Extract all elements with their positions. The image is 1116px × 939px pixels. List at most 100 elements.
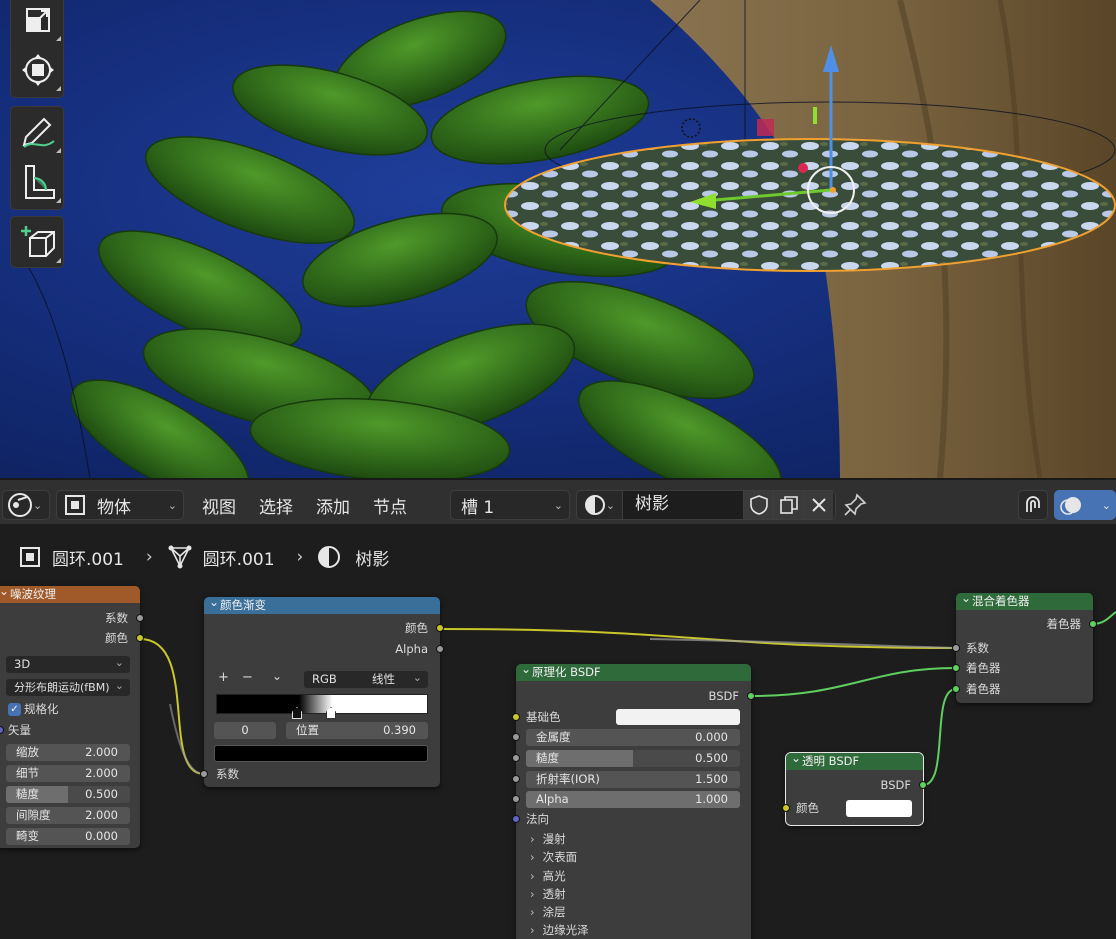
- input-fac-socket[interactable]: [200, 770, 208, 778]
- roughness-field[interactable]: 糙度 0.500: [6, 786, 130, 803]
- measure-tool-button[interactable]: [11, 157, 65, 207]
- roughness-field[interactable]: 糙度 0.500: [526, 750, 740, 767]
- slot-dropdown[interactable]: 槽 1 ⌄: [450, 490, 570, 520]
- chevron-down-icon: ⌄: [605, 498, 616, 512]
- 3d-viewport[interactable]: [0, 0, 1116, 478]
- input-normal-socket[interactable]: [512, 815, 520, 823]
- lacunarity-field[interactable]: 间隙度 2.000: [6, 807, 130, 824]
- menu-node[interactable]: 节点: [373, 493, 407, 518]
- subpanel-coat[interactable]: 涂层: [530, 904, 566, 920]
- stop-position-field[interactable]: 位置 0.390: [286, 722, 428, 739]
- viewport-scene: [9, 0, 1116, 478]
- input-color-socket[interactable]: [782, 804, 790, 812]
- annotate-tool-button[interactable]: [11, 107, 65, 157]
- output-bsdf-socket[interactable]: [919, 781, 927, 789]
- output-bsdf-socket[interactable]: [747, 692, 755, 700]
- subpanel-diffuse[interactable]: 漫射: [530, 831, 566, 847]
- copy-icon: [779, 496, 798, 514]
- input-shader2-label: 着色器: [966, 682, 1001, 696]
- input-shader2-socket[interactable]: [952, 685, 960, 693]
- material-icon: [584, 495, 605, 515]
- ramp-mode-dropdown[interactable]: RGB 线性: [304, 669, 428, 688]
- color-swatch[interactable]: [846, 800, 912, 817]
- overlay-toggle[interactable]: ⌄: [1054, 490, 1116, 520]
- color-ramp-bar[interactable]: [216, 694, 428, 714]
- add-cube-tool-button[interactable]: [11, 217, 65, 267]
- editor-type-selector[interactable]: ⌄: [2, 490, 50, 520]
- input-alpha-socket[interactable]: [512, 795, 520, 803]
- normalize-checkbox[interactable]: ✓: [8, 703, 21, 716]
- fake-user-button[interactable]: [743, 491, 773, 519]
- ior-field[interactable]: 折射率(IOR) 1.500: [526, 771, 740, 788]
- input-ior-socket[interactable]: [512, 775, 520, 783]
- add-cube-icon: [21, 226, 55, 257]
- remove-stop-button[interactable]: −: [242, 670, 253, 686]
- output-color-socket[interactable]: [136, 634, 144, 642]
- overlay-icon: [1060, 497, 1081, 515]
- unlink-material-button[interactable]: [803, 491, 833, 519]
- subpanel-transmission[interactable]: 透射: [530, 886, 566, 902]
- material-browse-button[interactable]: ⌄: [577, 491, 623, 519]
- snap-toggle[interactable]: [1018, 490, 1048, 520]
- scale-tool-button[interactable]: [11, 0, 65, 45]
- output-shader-socket[interactable]: [1089, 620, 1097, 628]
- mode-label: 物体: [97, 497, 131, 518]
- stop-color-swatch[interactable]: [214, 745, 428, 762]
- transparent-bsdf-node[interactable]: 透明 BSDF BSDF 颜色: [782, 750, 927, 826]
- output-bsdf-label: BSDF: [880, 778, 911, 792]
- node-header[interactable]: 噪波纹理: [0, 583, 140, 603]
- input-fac-socket[interactable]: [952, 644, 960, 652]
- node-header[interactable]: 原理化 BSDF: [516, 661, 751, 681]
- link-transparent-mix: [922, 688, 957, 786]
- pin-button[interactable]: [843, 493, 867, 521]
- input-vector-socket[interactable]: [0, 726, 4, 734]
- chevron-down-icon: ⌄: [167, 498, 177, 512]
- magnet-icon: [1026, 496, 1040, 512]
- ramp-menu-chevron-icon[interactable]: ⌄: [272, 668, 282, 684]
- output-shader-label: 着色器: [1046, 617, 1082, 631]
- scale-icon: [26, 8, 50, 32]
- input-base-color-socket[interactable]: [512, 713, 520, 721]
- distortion-field[interactable]: 畸变 0.000: [6, 828, 130, 845]
- metallic-field[interactable]: 金属度 0.000: [526, 729, 740, 746]
- input-roughness-socket[interactable]: [512, 754, 520, 762]
- menu-select[interactable]: 选择: [259, 493, 293, 518]
- input-shader1-socket[interactable]: [952, 664, 960, 672]
- node-header[interactable]: 透明 BSDF: [786, 750, 923, 770]
- transform-tool-button[interactable]: [11, 45, 65, 95]
- chevron-down-icon: ⌄: [553, 498, 563, 512]
- active-stop-index-field[interactable]: 0: [214, 722, 276, 739]
- color-ramp-node[interactable]: 颜色渐变 颜色 Alpha + − ⌄ RGB 线性 0 位置0.390 系数: [200, 594, 444, 787]
- base-color-swatch[interactable]: [616, 709, 740, 725]
- slot-label: 槽 1: [461, 497, 495, 518]
- dimension-dropdown[interactable]: 3D: [6, 654, 130, 673]
- ruler-icon: [25, 165, 55, 199]
- menu-view[interactable]: 视图: [202, 493, 236, 518]
- pencil-icon: [22, 117, 55, 148]
- transform-icon: [22, 54, 54, 86]
- base-color-label: 基础色: [526, 710, 561, 724]
- node-header[interactable]: 颜色渐变: [204, 594, 440, 614]
- node-header[interactable]: 混合着色器: [956, 590, 1093, 610]
- subpanel-subsurface[interactable]: 次表面: [530, 849, 578, 865]
- principled-bsdf-node[interactable]: 原理化 BSDF BSDF 基础色 金属度0.000 糙度0.500 折射率(I…: [512, 661, 755, 939]
- noise-texture-node[interactable]: 噪波纹理 系数 颜色 3D 分形布朗运动(fBM) ✓ 规格化 矢量 缩放2.0…: [0, 583, 144, 848]
- add-stop-button[interactable]: +: [218, 670, 229, 686]
- mix-shader-node[interactable]: 混合着色器 着色器 系数 着色器 着色器: [952, 590, 1097, 703]
- shader-type-dropdown[interactable]: 物体 ⌄: [56, 490, 184, 520]
- duplicate-material-button[interactable]: [773, 491, 803, 519]
- material-name-field[interactable]: 树影: [623, 491, 743, 519]
- node-editor-canvas[interactable]: 圆环.001 › 圆环.001 › 树影 噪波纹理 系数 颜色 3D 分形布朗运…: [0, 524, 1116, 939]
- menu-add[interactable]: 添加: [316, 493, 350, 518]
- output-color-socket[interactable]: [436, 624, 444, 632]
- detail-field[interactable]: 细节 2.000: [6, 765, 130, 782]
- output-alpha-socket[interactable]: [436, 645, 444, 653]
- output-fac-socket[interactable]: [136, 614, 144, 622]
- input-metallic-socket[interactable]: [512, 733, 520, 741]
- shield-icon: [749, 495, 768, 515]
- alpha-field[interactable]: Alpha 1.000: [526, 791, 740, 808]
- noise-type-dropdown[interactable]: 分形布朗运动(fBM): [6, 677, 130, 696]
- scale-field[interactable]: 缩放 2.000: [6, 744, 130, 761]
- subpanel-sheen[interactable]: 边缘光泽: [530, 922, 589, 938]
- subpanel-specular[interactable]: 高光: [530, 868, 566, 884]
